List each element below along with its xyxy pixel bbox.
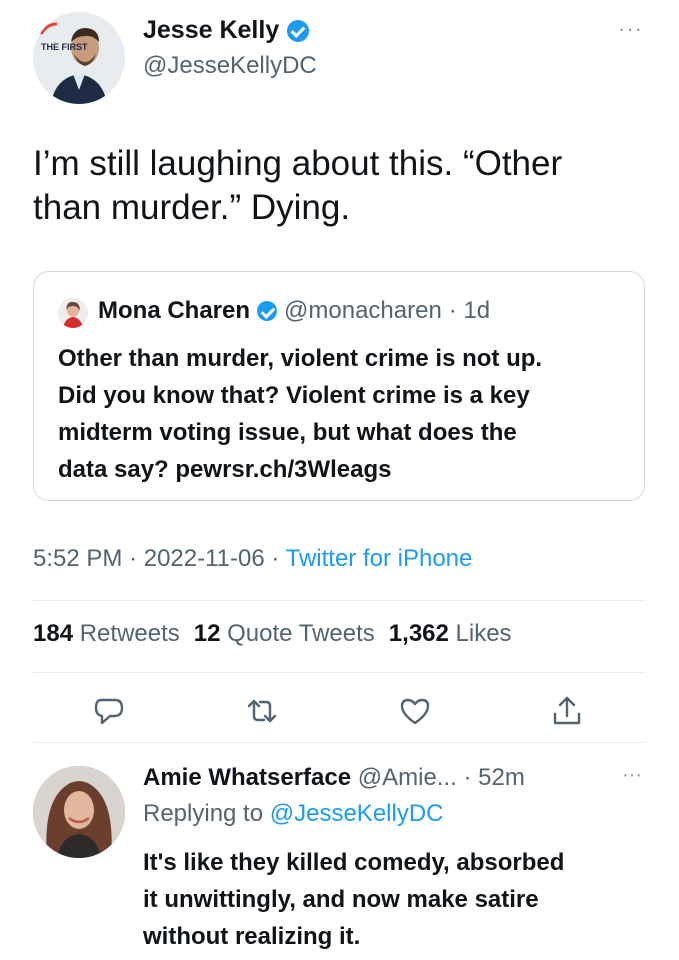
quoted-text-line: Other than murder, violent crime is not … [58, 345, 543, 372]
quote-tweets-stat[interactable]: 12 Quote Tweets [194, 620, 375, 648]
avatar-badge-text: THE FIRST [41, 42, 88, 52]
tweet-text-line: than murder.” Dying. [33, 188, 351, 227]
tweet-source-link[interactable]: Twitter for iPhone [286, 545, 473, 572]
more-options-icon[interactable]: ··· [618, 16, 643, 42]
quoted-tweet-text: Other than murder, violent crime is not … [58, 340, 628, 488]
reply-header: Amie Whatserface @Amie... · 52m [143, 764, 525, 792]
reply-more-options-icon[interactable]: ··· [622, 764, 642, 787]
tweet-time[interactable]: 5:52 PM [33, 545, 122, 572]
replying-to-mention[interactable]: @JesseKellyDC [270, 800, 444, 827]
author-handle[interactable]: @JesseKellyDC [143, 52, 317, 80]
author-avatar[interactable]: THE FIRST [33, 12, 125, 104]
quoted-text-line: midterm voting issue, but what does the [58, 419, 517, 446]
divider [33, 742, 646, 743]
reply-text-line: without realizing it. [143, 923, 361, 950]
reply-author-name[interactable]: Amie Whatserface [143, 764, 351, 791]
quoted-author-name[interactable]: Mona Charen [98, 297, 250, 325]
likes-label: Likes [455, 620, 512, 647]
tweet-timestamp-row: 5:52 PM · 2022-11-06 · Twitter for iPhon… [33, 545, 472, 573]
quoted-author-avatar [58, 298, 88, 328]
tweet-text: I’m still laughing about this. “Other th… [33, 142, 633, 230]
reply-text-line: it unwittingly, and now make satire [143, 886, 539, 913]
tweet-date[interactable]: 2022-11-06 [144, 545, 265, 572]
share-icon[interactable] [550, 694, 584, 728]
quote-tweets-count: 12 [193, 620, 221, 647]
quoted-tweet-header: Mona Charen @monacharen · 1d [98, 297, 490, 325]
verified-badge-icon [287, 19, 310, 42]
divider [33, 672, 646, 673]
reply-text-line: It's like they killed comedy, absorbed [143, 849, 565, 876]
reply-icon[interactable] [92, 694, 126, 728]
likes-count: 1,362 [388, 620, 449, 647]
reply-text: It's like they killed comedy, absorbed i… [143, 844, 663, 955]
retweets-count: 184 [33, 620, 74, 647]
retweets-label: Retweets [79, 620, 180, 647]
quoted-text-line: data say? pewrsr.ch/3Wleags [58, 456, 392, 483]
quoted-text-line: Did you know that? Violent crime is a ke… [58, 382, 530, 409]
heart-icon[interactable] [398, 694, 432, 728]
quote-tweets-label: Quote Tweets [227, 620, 375, 647]
divider [33, 600, 646, 601]
author-name[interactable]: Jesse Kelly [143, 16, 279, 45]
separator: · [271, 545, 280, 572]
author-name-row: Jesse Kelly [143, 16, 310, 45]
reply-author-avatar[interactable] [33, 766, 125, 858]
reply-time: · 52m [463, 764, 525, 791]
replying-to-line: Replying to @JesseKellyDC [143, 800, 444, 828]
verified-badge-icon [257, 301, 278, 321]
retweet-icon[interactable] [245, 694, 279, 728]
engagement-stats: 184 Retweets 12 Quote Tweets 1,362 Likes [33, 620, 512, 648]
replying-to-label: Replying to [143, 800, 264, 827]
retweets-stat[interactable]: 184 Retweets [33, 620, 180, 648]
separator: · [129, 545, 138, 572]
tweet-text-line: I’m still laughing about this. “Other [33, 144, 563, 183]
reply-author-handle[interactable]: @Amie... [358, 764, 457, 791]
quoted-tweet-time: · 1d [448, 297, 491, 324]
likes-stat[interactable]: 1,362 Likes [389, 620, 512, 648]
quoted-author-handle[interactable]: @monacharen [284, 297, 442, 325]
